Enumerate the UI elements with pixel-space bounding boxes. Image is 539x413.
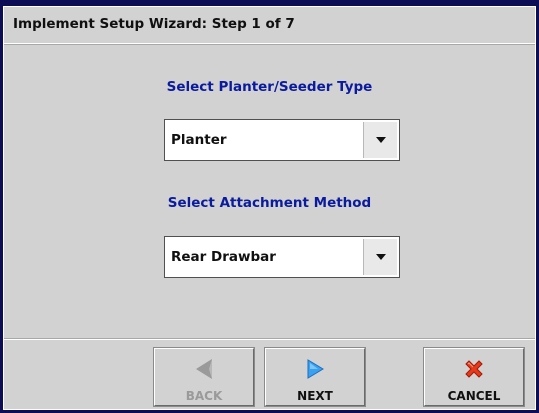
planter-type-dropdown[interactable]: Planter: [164, 119, 400, 161]
planter-type-label: Select Planter/Seeder Type: [166, 79, 373, 95]
planter-type-dropdown-button[interactable]: [363, 122, 397, 158]
footer-divider: [4, 338, 535, 340]
chevron-down-icon: [376, 254, 386, 260]
cancel-x-icon: [425, 357, 523, 381]
attachment-method-value: Rear Drawbar: [171, 249, 276, 265]
attachment-method-dropdown[interactable]: Rear Drawbar: [164, 236, 400, 278]
wizard-window: Implement Setup Wizard: Step 1 of 7 Sele…: [3, 6, 536, 410]
planter-type-value: Planter: [171, 132, 227, 148]
chevron-down-icon: [376, 137, 386, 143]
next-arrow-icon: [266, 357, 364, 381]
window-title: Implement Setup Wizard: Step 1 of 7: [13, 16, 295, 32]
back-arrow-icon: [155, 357, 253, 381]
title-bar: Implement Setup Wizard: Step 1 of 7: [4, 7, 535, 44]
attachment-method-dropdown-button[interactable]: [363, 239, 397, 275]
back-button-label: BACK: [185, 389, 223, 403]
next-button[interactable]: NEXT: [264, 347, 366, 407]
cancel-button[interactable]: CANCEL: [423, 347, 525, 407]
next-button-label: NEXT: [297, 389, 333, 403]
attachment-method-label: Select Attachment Method: [167, 195, 372, 211]
cancel-button-label: CANCEL: [447, 389, 501, 403]
back-button[interactable]: BACK: [153, 347, 255, 407]
